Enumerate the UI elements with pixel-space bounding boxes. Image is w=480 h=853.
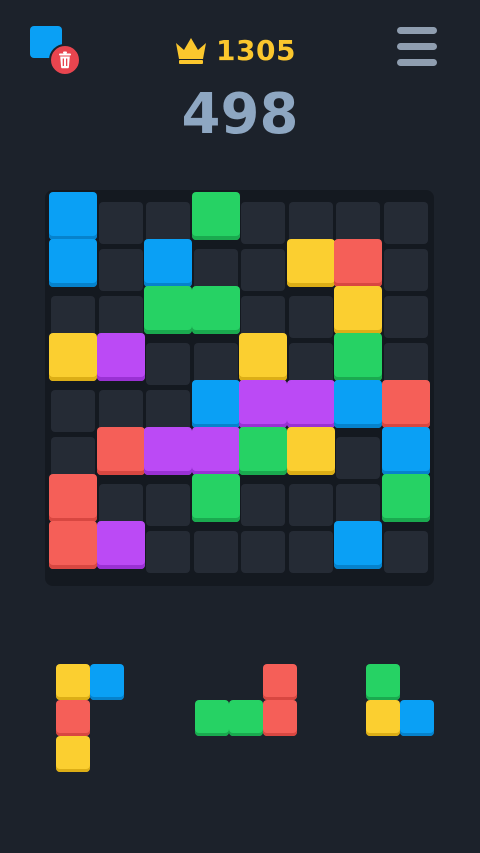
piece-tile-green xyxy=(229,700,263,736)
board-tile-purple xyxy=(96,521,145,569)
piece-tile-blue xyxy=(400,700,434,736)
empty-cell[interactable] xyxy=(336,484,380,526)
game-board[interactable] xyxy=(45,190,434,586)
piece-tile-green xyxy=(366,664,400,700)
board-tile-red xyxy=(96,427,145,475)
trash-icon xyxy=(49,44,81,76)
empty-cell[interactable] xyxy=(98,390,143,432)
empty-cell[interactable] xyxy=(383,202,428,244)
board-tile-purple xyxy=(286,380,335,428)
empty-cell[interactable] xyxy=(288,531,333,573)
crown-icon xyxy=(176,38,206,64)
piece-tile-yellow xyxy=(366,700,400,736)
empty-cell[interactable] xyxy=(146,484,190,526)
empty-cell[interactable] xyxy=(146,390,190,432)
empty-cell[interactable] xyxy=(51,296,95,338)
board-tile-blue xyxy=(334,380,382,428)
board-tile-blue xyxy=(49,192,97,240)
board-tile-yellow xyxy=(286,427,335,475)
menu-line xyxy=(397,43,437,50)
empty-cell[interactable] xyxy=(288,343,333,385)
empty-cell[interactable] xyxy=(288,202,333,244)
board-tile-green xyxy=(144,286,192,334)
empty-cell[interactable] xyxy=(241,296,285,338)
board-tile-yellow xyxy=(239,333,287,381)
hamburger-menu-icon xyxy=(397,27,437,34)
empty-cell[interactable] xyxy=(51,437,95,479)
board-tile-red xyxy=(49,474,97,522)
board-tile-yellow xyxy=(49,333,97,381)
empty-cell[interactable] xyxy=(98,484,143,526)
piece-tile-red xyxy=(56,700,90,736)
empty-cell[interactable] xyxy=(241,202,285,244)
empty-cell[interactable] xyxy=(193,249,238,291)
current-score: 498 xyxy=(181,82,299,147)
empty-cell[interactable] xyxy=(193,343,238,385)
menu-button[interactable] xyxy=(397,27,441,67)
board-tile-blue xyxy=(334,521,382,569)
piece-tile-yellow xyxy=(56,736,90,772)
piece-tile-green xyxy=(195,700,229,736)
menu-line xyxy=(397,59,437,66)
board-tile-green xyxy=(334,333,382,381)
empty-cell[interactable] xyxy=(51,390,95,432)
empty-cell[interactable] xyxy=(146,343,190,385)
empty-cell[interactable] xyxy=(241,249,285,291)
board-tile-red xyxy=(381,380,430,428)
board-tile-purple xyxy=(96,333,145,381)
board-tile-red xyxy=(49,521,97,569)
empty-cell[interactable] xyxy=(383,531,428,573)
empty-cell[interactable] xyxy=(288,296,333,338)
empty-cell[interactable] xyxy=(383,296,428,338)
board-tile-green xyxy=(381,474,430,522)
board-tile-green xyxy=(191,192,240,240)
board-tile-green xyxy=(191,286,240,334)
empty-cell[interactable] xyxy=(336,202,380,244)
empty-cell[interactable] xyxy=(193,531,238,573)
empty-cell[interactable] xyxy=(383,343,428,385)
piece-tile-yellow xyxy=(56,664,90,700)
board-tile-red xyxy=(334,239,382,287)
remove-block-button[interactable] xyxy=(28,26,81,76)
top-bar: 1305 xyxy=(0,0,480,90)
empty-cell[interactable] xyxy=(146,202,190,244)
board-tile-green xyxy=(239,427,287,475)
empty-cell[interactable] xyxy=(288,484,333,526)
board-tile-yellow xyxy=(334,286,382,334)
empty-cell[interactable] xyxy=(383,249,428,291)
board-tile-blue xyxy=(144,239,192,287)
empty-cell[interactable] xyxy=(146,531,190,573)
piece-tile-blue xyxy=(90,664,124,700)
empty-cell[interactable] xyxy=(336,437,380,479)
empty-cell[interactable] xyxy=(98,296,143,338)
empty-cell[interactable] xyxy=(241,484,285,526)
empty-cell[interactable] xyxy=(241,531,285,573)
empty-cell[interactable] xyxy=(98,202,143,244)
piece-tile-red xyxy=(263,664,297,700)
board-tile-blue xyxy=(381,427,430,475)
board-tile-blue xyxy=(191,380,240,428)
piece-tile-red xyxy=(263,700,297,736)
board-tile-green xyxy=(191,474,240,522)
empty-cell[interactable] xyxy=(98,249,143,291)
board-tile-purple xyxy=(144,427,192,475)
board-tile-purple xyxy=(191,427,240,475)
best-score-value: 1305 xyxy=(216,33,296,67)
board-tile-blue xyxy=(49,239,97,287)
board-tile-purple xyxy=(239,380,287,428)
board-tile-yellow xyxy=(286,239,335,287)
best-score: 1305 xyxy=(174,30,296,70)
